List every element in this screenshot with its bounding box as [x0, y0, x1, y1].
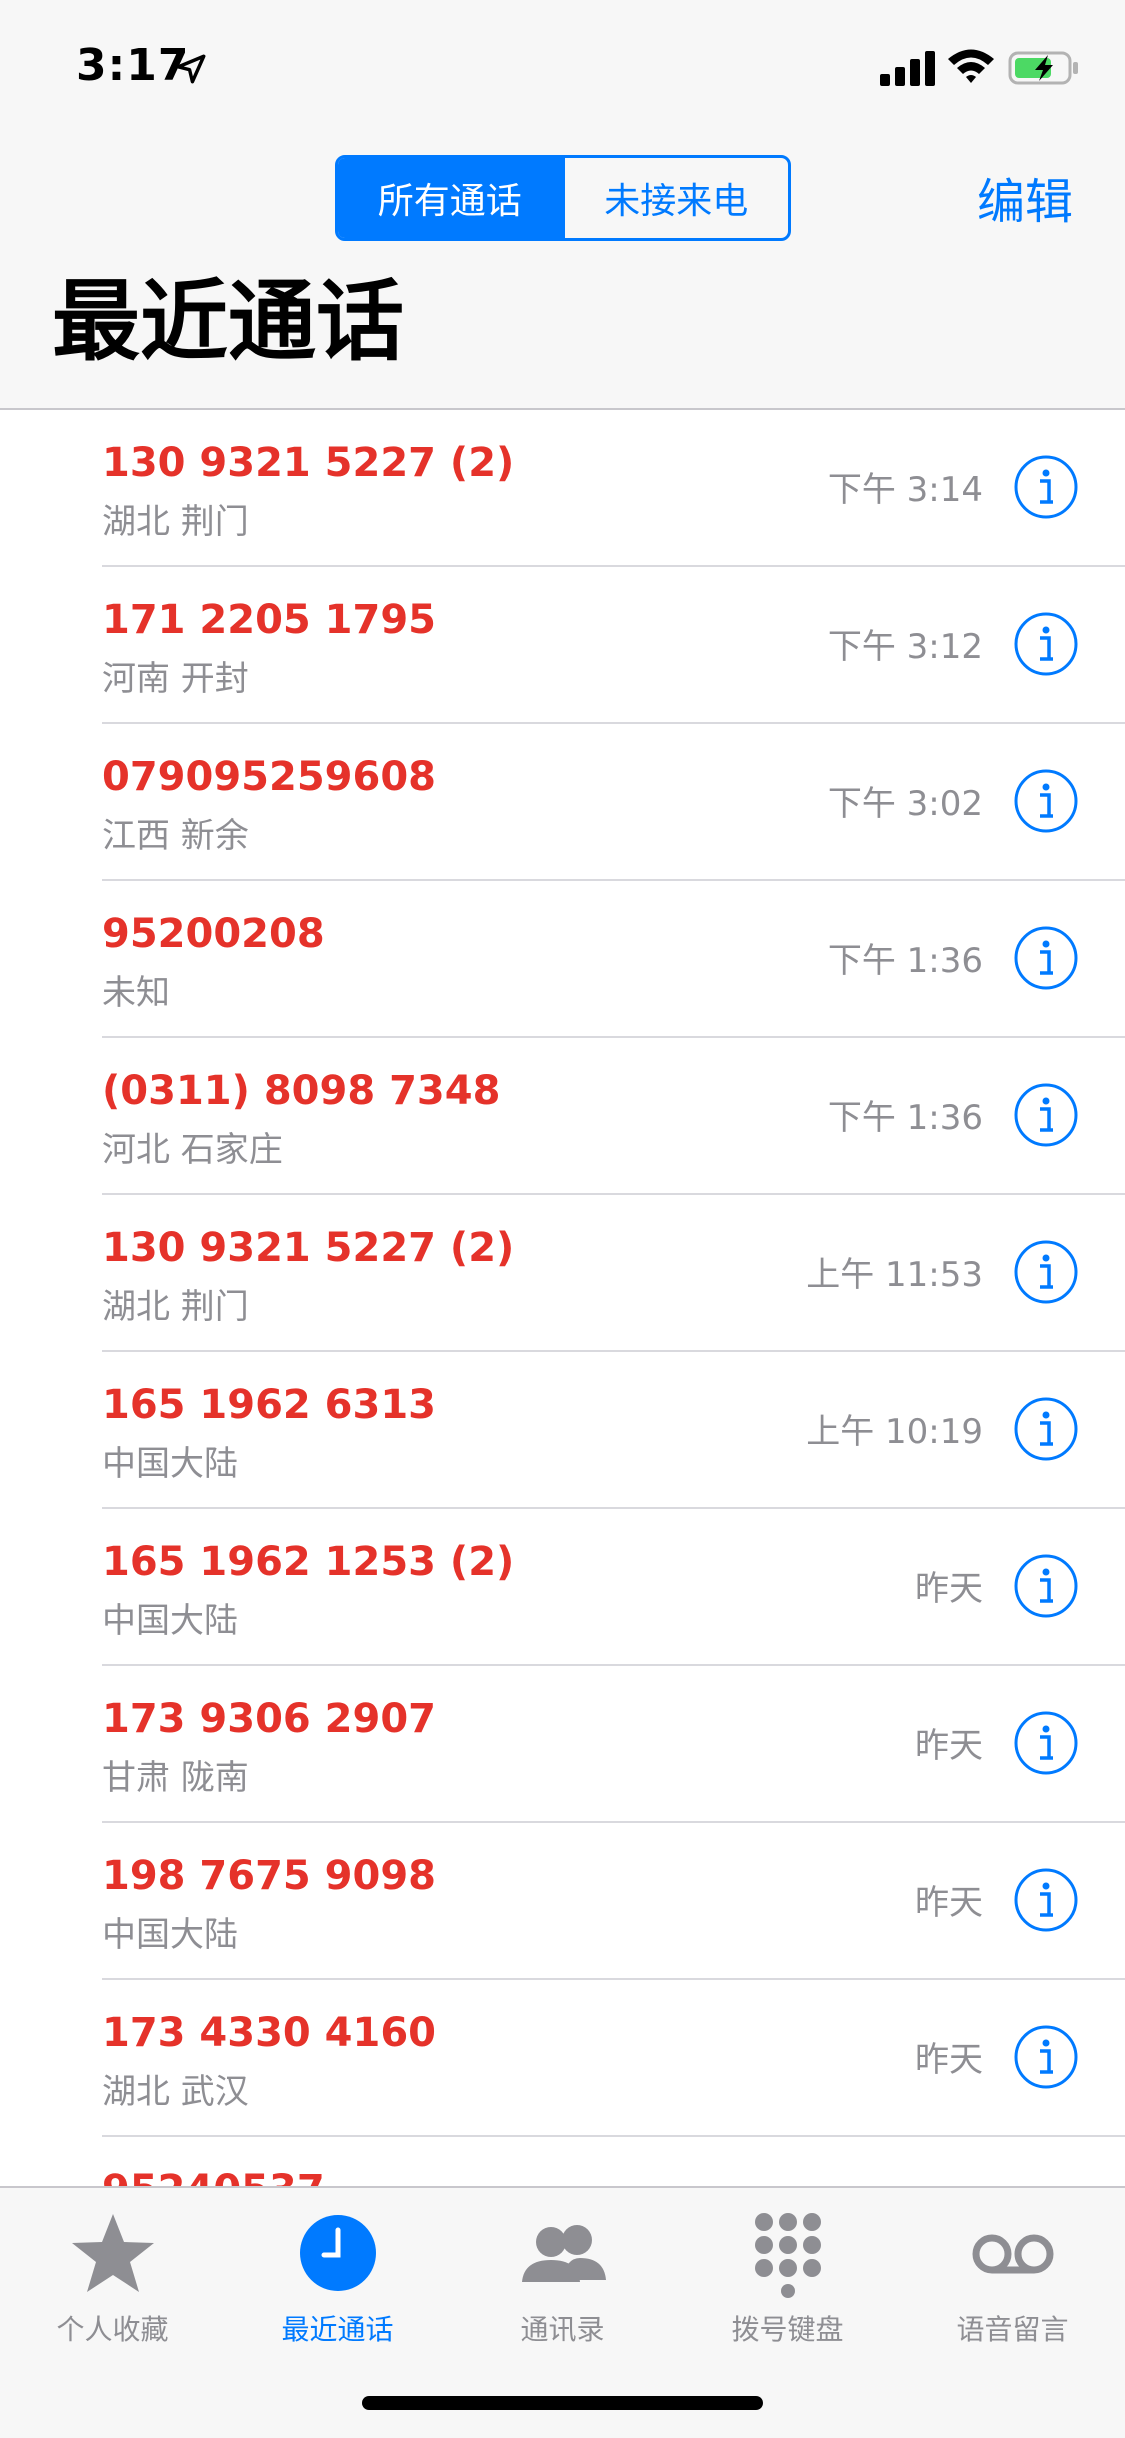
clock-icon	[299, 2215, 376, 2291]
caller-location: 河南 开封	[102, 659, 249, 699]
call-row[interactable]: 95200208 未知 下午 1:36	[102, 881, 1125, 1038]
tab-label: 拨号键盘	[731, 2313, 844, 2346]
tab-label: 个人收藏	[56, 2313, 169, 2346]
caller-location: 中国大陆	[102, 1601, 238, 1641]
info-icon[interactable]	[1013, 1396, 1079, 1462]
info-icon[interactable]	[1013, 1553, 1079, 1619]
tab-label: 语音留言	[956, 2313, 1069, 2346]
call-time: 下午 1:36	[827, 941, 983, 981]
caller-location: 湖北 荆门	[102, 502, 249, 542]
call-time: 下午 1:36	[827, 1098, 983, 1138]
call-row[interactable]: (0311) 8098 7348 河北 石家庄 下午 1:36	[102, 1038, 1125, 1195]
edit-button[interactable]: 编辑	[977, 162, 1073, 232]
call-row[interactable]: 165 1962 1253 (2) 中国大陆 昨天	[102, 1509, 1125, 1666]
battery-charging-icon	[1008, 51, 1078, 85]
caller-number: 173 4330 4160	[102, 2010, 437, 2056]
call-time: 上午 11:53	[806, 1255, 983, 1295]
call-time: 下午 3:14	[827, 470, 983, 510]
caller-location: 甘肃 陇南	[102, 1758, 249, 1798]
caller-number: 173 9306 2907	[102, 1696, 437, 1742]
call-time: 昨天	[915, 1883, 983, 1923]
caller-number: 130 9321 5227 (2)	[102, 440, 515, 486]
info-icon[interactable]	[1013, 1710, 1079, 1776]
info-icon[interactable]	[1013, 768, 1079, 834]
info-icon[interactable]	[1013, 1082, 1079, 1148]
status-time: 3:17	[76, 40, 190, 91]
call-row[interactable]: 171 2205 1795 河南 开封 下午 3:12	[102, 567, 1125, 724]
call-row[interactable]: 165 1962 6313 中国大陆 上午 10:19	[102, 1352, 1125, 1509]
caller-number: 130 9321 5227 (2)	[102, 1225, 515, 1271]
caller-number: 171 2205 1795	[102, 597, 437, 643]
call-row[interactable]: 130 9321 5227 (2) 湖北 荆门 下午 3:14	[102, 410, 1125, 567]
status-bar: 3:17	[0, 0, 1125, 132]
navigation-header: 3:17 所有通话 未接来电 编辑 最近通话	[0, 0, 1125, 410]
info-icon[interactable]	[1013, 454, 1079, 520]
call-row[interactable]: 198 7675 9098 中国大陆 昨天	[102, 1823, 1125, 1980]
call-time: 下午 3:02	[827, 784, 983, 824]
wifi-icon	[948, 49, 994, 83]
call-row[interactable]: 173 9306 2907 甘肃 陇南 昨天	[102, 1666, 1125, 1823]
voicemail-icon	[972, 2234, 1053, 2274]
caller-number: 198 7675 9098	[102, 1853, 437, 1899]
caller-number: (0311) 8098 7348	[102, 1068, 501, 1114]
caller-location: 未知	[102, 973, 170, 1013]
caller-location: 江西 新余	[102, 816, 249, 856]
caller-number: 95200208	[102, 911, 325, 957]
call-row[interactable]: 173 4330 4160 湖北 武汉 昨天	[102, 1980, 1125, 2137]
tab-recents[interactable]: 最近通话	[225, 2208, 450, 2358]
call-filter-segmented-control[interactable]: 所有通话 未接来电	[335, 155, 791, 241]
caller-location: 湖北 荆门	[102, 1287, 249, 1327]
caller-location: 中国大陆	[102, 1915, 238, 1955]
call-row[interactable]: 079095259608 江西 新余 下午 3:02	[102, 724, 1125, 881]
info-icon[interactable]	[1013, 611, 1079, 677]
info-icon[interactable]	[1013, 925, 1079, 991]
call-row[interactable]: 130 9321 5227 (2) 湖北 荆门 上午 11:53	[102, 1195, 1125, 1352]
star-icon	[71, 2214, 154, 2292]
info-icon[interactable]	[1013, 1867, 1079, 1933]
home-indicator[interactable]	[362, 2396, 763, 2410]
call-time: 昨天	[915, 1569, 983, 1609]
contacts-icon	[521, 2225, 606, 2282]
cellular-signal-icon	[880, 51, 935, 86]
keypad-icon	[754, 2213, 821, 2298]
call-time: 下午 3:12	[827, 627, 983, 667]
recent-calls-list: 130 9321 5227 (2) 湖北 荆门 下午 3:14 171 2205…	[0, 410, 1125, 2197]
tab-keypad[interactable]: 拨号键盘	[675, 2208, 900, 2358]
call-time: 昨天	[915, 1726, 983, 1766]
segment-all-calls[interactable]: 所有通话	[338, 158, 562, 238]
segment-missed-calls[interactable]: 未接来电	[561, 158, 789, 238]
caller-location: 中国大陆	[102, 1444, 238, 1484]
call-time: 上午 10:19	[806, 1412, 983, 1452]
caller-number: 165 1962 6313	[102, 1382, 437, 1428]
location-arrow-icon	[176, 54, 206, 84]
tab-voicemail[interactable]: 语音留言	[900, 2208, 1125, 2358]
caller-location: 河北 石家庄	[102, 1130, 283, 1170]
tab-label: 通讯录	[520, 2313, 605, 2346]
info-icon[interactable]	[1013, 2024, 1079, 2090]
tab-contacts[interactable]: 通讯录	[450, 2208, 675, 2358]
caller-location: 湖北 武汉	[102, 2072, 249, 2112]
tab-label: 最近通话	[281, 2313, 394, 2346]
page-title: 最近通话	[52, 270, 405, 373]
caller-number: 165 1962 1253 (2)	[102, 1539, 515, 1585]
caller-number: 079095259608	[102, 754, 436, 800]
call-time: 昨天	[915, 2040, 983, 2080]
info-icon[interactable]	[1013, 1239, 1079, 1305]
tab-favorites[interactable]: 个人收藏	[0, 2208, 225, 2358]
